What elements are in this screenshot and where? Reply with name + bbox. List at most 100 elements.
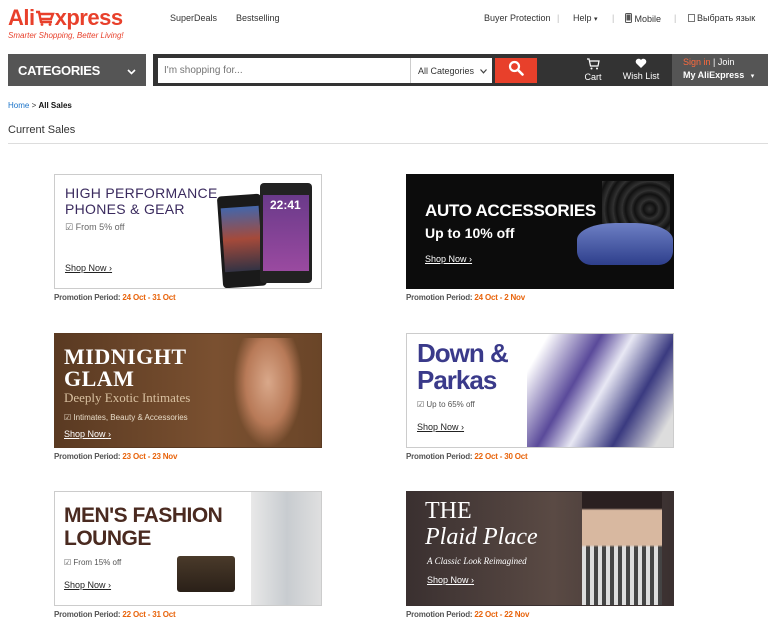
separator: | (557, 13, 560, 23)
promo-midnight-glam: MIDNIGHT GLAM Deeply Exotic Intimates ☑ … (54, 333, 322, 461)
categories-button[interactable]: CATEGORIES (8, 54, 146, 86)
promo-discount: ☑ Up to 65% off (417, 400, 475, 409)
help-label: Help (573, 13, 592, 23)
search-button[interactable] (495, 58, 537, 83)
promo-down-parkas: Down & Parkas ☑ Up to 65% off Shop Now ›… (406, 333, 674, 461)
shop-now-link[interactable]: Shop Now › (64, 580, 111, 590)
cart-icon (578, 58, 608, 72)
promo-title: Up to 10% off (425, 225, 515, 241)
period-label: Promotion Period: (54, 610, 121, 619)
chevron-right-icon: › (461, 422, 465, 432)
promotion-period: Promotion Period: 22 Oct - 22 Nov (406, 610, 674, 619)
chevron-right-icon: › (109, 263, 113, 273)
join-link[interactable]: Join (718, 57, 735, 67)
breadcrumb-current: All Sales (38, 101, 72, 110)
promo-banner-midnight-glam[interactable]: MIDNIGHT GLAM Deeply Exotic Intimates ☑ … (54, 333, 322, 448)
mobile-label: Mobile (634, 14, 662, 24)
search-bar: All Categories Cart Wish List Sign in | … (153, 54, 768, 86)
shop-now-label: Shop Now (64, 429, 106, 439)
language-label: Выбрать язык (697, 13, 756, 23)
wallet-image (177, 556, 235, 592)
mobile-link[interactable]: Mobile (625, 13, 661, 24)
shop-now-label: Shop Now (427, 575, 469, 585)
flag-icon (688, 14, 695, 22)
man-shirt-image (251, 492, 321, 605)
shop-now-label: Shop Now (417, 422, 459, 432)
shop-now-label: Shop Now (425, 254, 467, 264)
period-dates: 22 Oct - 22 Nov (474, 610, 530, 619)
promo-banner-mens-fashion[interactable]: MEN'S FASHION LOUNGE ☑ From 15% off Shop… (54, 491, 322, 606)
promo-title: LOUNGE (64, 527, 151, 550)
promotion-period: Promotion Period: 22 Oct - 31 Oct (54, 610, 322, 619)
promo-title: PHONES & GEAR (65, 201, 185, 217)
model-image (233, 338, 303, 447)
aliexpress-logo[interactable]: Ali xpress Smarter Shopping, Better Livin… (8, 5, 124, 40)
promo-discount: ☑ From 15% off (64, 558, 121, 567)
my-aliexpress-label: My AliExpress (683, 70, 745, 80)
promo-discount: ☑ Intimates, Beauty & Accessories (64, 413, 188, 422)
promo-phones: HIGH PERFORMANCE PHONES & GEAR ☑ From 5%… (54, 174, 322, 302)
promo-banner-phones[interactable]: HIGH PERFORMANCE PHONES & GEAR ☑ From 5%… (54, 174, 322, 289)
divider (8, 143, 768, 144)
parka-model-image (527, 334, 673, 447)
shop-now-link[interactable]: Shop Now › (417, 422, 464, 432)
my-aliexpress-menu[interactable]: Sign in | Join My AliExpress ▾ (672, 54, 768, 86)
nav-bar: CATEGORIES All Categories Cart Wish List… (0, 50, 778, 88)
promo-title: GLAM (64, 366, 135, 391)
promotion-period: Promotion Period: 24 Oct - 2 Nov (406, 293, 674, 302)
shop-now-link[interactable]: Shop Now › (65, 263, 112, 273)
promo-banner-down-parkas[interactable]: Down & Parkas ☑ Up to 65% off Shop Now › (406, 333, 674, 448)
period-label: Promotion Period: (406, 610, 473, 619)
chevron-down-icon: ▾ (594, 16, 598, 23)
promo-banner-plaid-place[interactable]: THE Plaid Place A Classic Look Reimagine… (406, 491, 674, 606)
plaid-model-image (582, 492, 662, 605)
separator: | (674, 13, 677, 23)
separator: | (612, 13, 615, 23)
language-selector[interactable]: Выбрать язык (688, 13, 755, 23)
checkbox-icon: ☑ (64, 413, 72, 422)
top-header: Ali xpress Smarter Shopping, Better Livin… (0, 0, 778, 50)
superdeals-link[interactable]: SuperDeals (170, 13, 217, 23)
promo-subtitle: Deeply Exotic Intimates (64, 390, 191, 405)
search-icon (508, 60, 524, 81)
shop-now-link[interactable]: Shop Now › (425, 254, 472, 264)
wishlist-link[interactable]: Wish List (619, 58, 663, 86)
help-menu[interactable]: Help ▾ (573, 13, 598, 23)
shop-now-label: Shop Now (64, 580, 106, 590)
logo-tagline: Smarter Shopping, Better Living! (8, 31, 124, 40)
buyer-protection-link[interactable]: Buyer Protection (484, 13, 551, 23)
cart-e-icon (35, 5, 55, 31)
promo-title: Parkas (417, 365, 497, 395)
promo-subtitle: A Classic Look Reimagined (427, 556, 527, 566)
shop-now-link[interactable]: Shop Now › (427, 575, 474, 585)
period-dates: 24 Oct - 31 Oct (122, 293, 176, 302)
sign-in-link[interactable]: Sign in (683, 57, 711, 67)
chevron-right-icon: › (471, 575, 475, 585)
mobile-phone-icon (625, 13, 632, 24)
promo-discount: ☑ From 5% off (65, 222, 124, 233)
phone-image-2: 22:41 (260, 183, 312, 283)
period-dates: 24 Oct - 2 Nov (474, 293, 525, 302)
search-input[interactable] (158, 58, 410, 83)
shop-now-link[interactable]: Shop Now › (64, 429, 111, 439)
promo-title: Plaid Place (425, 524, 538, 550)
promotion-period: Promotion Period: 22 Oct - 30 Oct (406, 452, 674, 461)
cart-link[interactable]: Cart (578, 58, 608, 86)
checkbox-icon: ☑ (64, 558, 72, 567)
categories-label: CATEGORIES (18, 62, 100, 78)
period-dates: 23 Oct - 23 Nov (122, 452, 178, 461)
period-label: Promotion Period: (54, 452, 121, 461)
chevron-down-icon: ▾ (750, 73, 755, 80)
logo-express-text: xpress (54, 5, 123, 30)
period-label: Promotion Period: (54, 293, 121, 302)
promo-banner-auto[interactable]: AUTO ACCESSORIES Up to 10% off Shop Now … (406, 174, 674, 289)
bestselling-link[interactable]: Bestselling (236, 13, 280, 23)
promo-title: HIGH PERFORMANCE (65, 185, 218, 201)
breadcrumb-home-link[interactable]: Home (8, 101, 29, 110)
promo-title: MEN'S FASHION (64, 504, 223, 527)
search-category-select[interactable]: All Categories (410, 58, 492, 83)
promo-discount-text: From 5% off (75, 222, 125, 232)
shop-now-label: Shop Now (65, 263, 107, 273)
period-label: Promotion Period: (406, 452, 473, 461)
car-image (577, 223, 673, 265)
